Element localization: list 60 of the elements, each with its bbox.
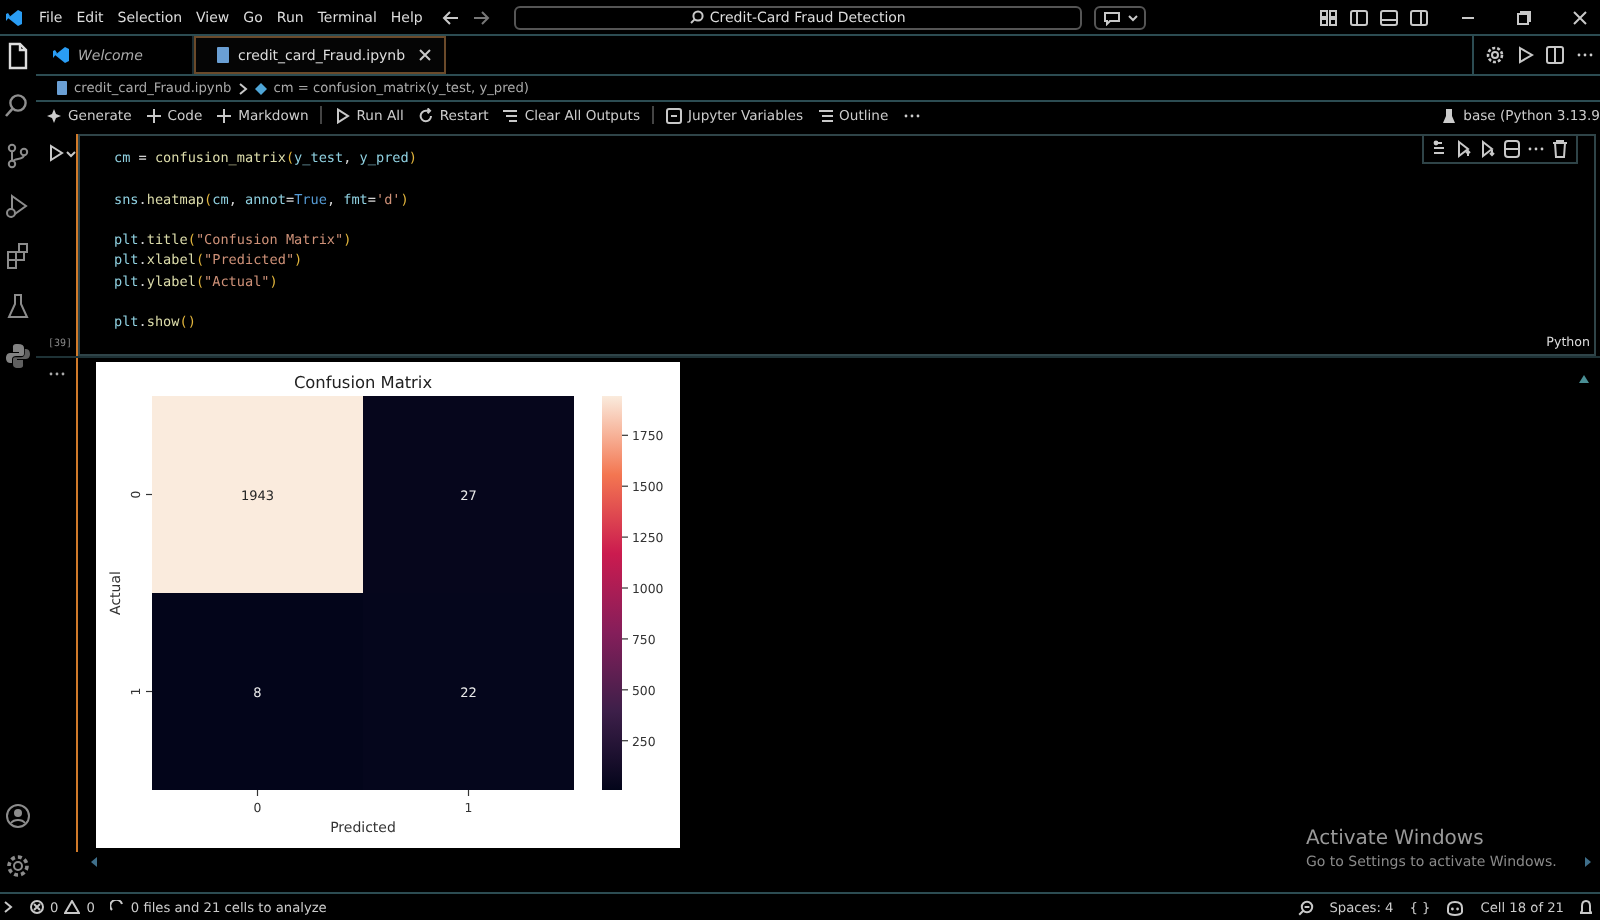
bell-icon[interactable] xyxy=(1580,899,1592,915)
python-logo-icon[interactable] xyxy=(4,342,32,370)
flask-icon[interactable] xyxy=(4,292,32,320)
source-control-icon[interactable] xyxy=(4,142,32,170)
forward-arrow-icon[interactable] xyxy=(471,9,490,25)
scroll-right-icon[interactable] xyxy=(1584,856,1592,868)
explorer-icon[interactable] xyxy=(4,42,32,70)
search-icon[interactable] xyxy=(4,92,32,120)
restart-icon xyxy=(417,107,434,123)
plus-icon xyxy=(216,107,233,123)
warning-icon xyxy=(64,900,81,914)
run-by-line-icon[interactable] xyxy=(1432,140,1448,158)
copilot-icon[interactable] xyxy=(1446,899,1465,915)
run-debug-icon[interactable] xyxy=(4,192,32,220)
outline-icon xyxy=(817,107,834,123)
plus-icon xyxy=(145,107,162,123)
chevron-down-icon xyxy=(1127,13,1138,21)
split-editor-icon[interactable] xyxy=(1546,46,1564,64)
search-icon xyxy=(689,10,704,24)
restore-icon[interactable] xyxy=(1516,9,1532,25)
trash-icon[interactable] xyxy=(1552,140,1568,158)
remote-icon[interactable] xyxy=(4,900,14,914)
layout-icon[interactable] xyxy=(1320,9,1338,25)
split-cell-icon[interactable] xyxy=(1504,140,1520,158)
chat-icon xyxy=(1101,9,1122,25)
kernel-settings-icon[interactable] xyxy=(1486,46,1504,64)
account-icon[interactable] xyxy=(4,802,32,830)
chart-title: Confusion Matrix xyxy=(293,372,433,392)
chat-button[interactable] xyxy=(1093,5,1146,29)
chevron-right-icon xyxy=(237,81,248,95)
sparkle-icon xyxy=(46,107,62,123)
spinner-icon xyxy=(110,900,125,914)
variables-icon xyxy=(666,107,683,123)
up-arrow-icon[interactable] xyxy=(1578,374,1590,384)
panel-toggle-icon[interactable] xyxy=(1380,9,1398,25)
kernel-icon xyxy=(1441,107,1456,123)
settings-icon[interactable] xyxy=(4,852,32,880)
notebook-file-icon xyxy=(216,46,230,64)
secondary-sidebar-icon[interactable] xyxy=(1410,9,1428,25)
more-icon[interactable] xyxy=(48,370,66,378)
activation-title: Activate Windows xyxy=(1306,828,1486,850)
close-icon[interactable] xyxy=(1572,9,1588,25)
notebook-file-icon xyxy=(56,80,68,96)
chevron-down-icon[interactable] xyxy=(66,149,76,157)
run-below-icon[interactable] xyxy=(1480,140,1496,158)
clear-outputs-icon xyxy=(502,107,519,123)
scroll-left-icon[interactable] xyxy=(90,856,98,868)
sidebar-toggle-icon[interactable] xyxy=(1350,9,1368,25)
extensions-icon[interactable] xyxy=(4,242,32,270)
back-arrow-icon[interactable] xyxy=(441,9,460,25)
run-cell-icon[interactable] xyxy=(48,144,64,162)
run-icon[interactable] xyxy=(1516,46,1534,64)
close-icon[interactable] xyxy=(417,48,432,62)
code-cell-icon xyxy=(253,81,268,95)
vscode-logo-icon xyxy=(4,7,24,27)
vscode-logo-icon xyxy=(52,46,70,64)
zoom-icon[interactable] xyxy=(1297,899,1314,915)
run-icon xyxy=(334,107,351,123)
error-icon xyxy=(30,900,44,914)
run-above-icon[interactable] xyxy=(1456,140,1472,158)
